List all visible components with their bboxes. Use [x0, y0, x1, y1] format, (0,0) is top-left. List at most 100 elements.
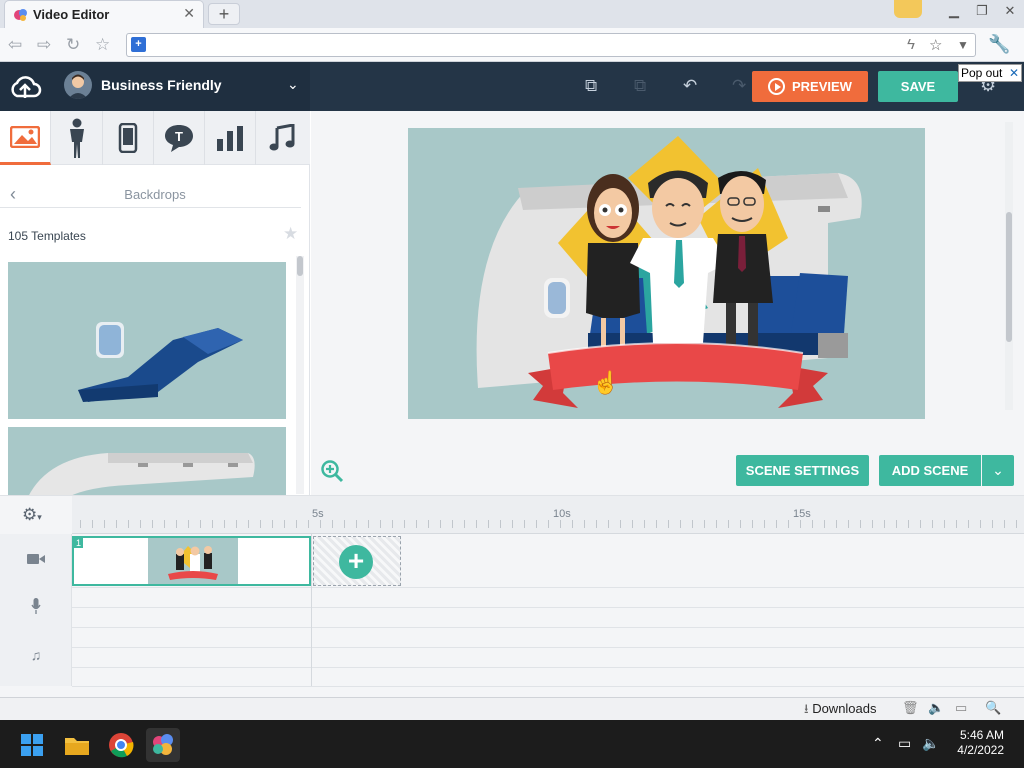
- ruler-tick: [356, 520, 357, 528]
- ruler-tick: [752, 520, 753, 528]
- bar-chart-icon: [217, 126, 243, 151]
- ruler-tick: [716, 520, 717, 528]
- close-tab-icon[interactable]: ✕: [183, 5, 195, 22]
- system-clock[interactable]: 5:46 AM 4/2/2022: [940, 728, 1004, 758]
- ruler-tick: [584, 520, 585, 528]
- backdrop-thumbnail[interactable]: [8, 262, 286, 419]
- trash-icon[interactable]: 🗑: [902, 700, 919, 716]
- music-note-icon: ♫: [30, 647, 42, 663]
- app-favicon-icon: [14, 9, 27, 21]
- wrench-icon[interactable]: 🔧: [988, 34, 1010, 55]
- add-scene-dropdown-icon[interactable]: ⌄: [982, 455, 1014, 486]
- tab-backdrops[interactable]: [0, 111, 51, 165]
- clip-thumbnail: [148, 538, 238, 584]
- zoom-in-icon[interactable]: [320, 459, 344, 489]
- ruler-tick: [980, 520, 981, 528]
- backdrops-header: ‹ Backdrops: [0, 180, 301, 208]
- ruler-tick: [608, 520, 609, 528]
- ruler-tick: [272, 520, 273, 528]
- tab-devices[interactable]: [103, 111, 154, 165]
- ruler-tick: [728, 520, 729, 528]
- chrome-icon[interactable]: [104, 728, 138, 762]
- copy-icon[interactable]: ⧉: [585, 76, 597, 96]
- airplane-interior-illustration: [28, 453, 255, 497]
- ruler-tick: [320, 520, 321, 528]
- scene-clip[interactable]: 1: [72, 536, 311, 586]
- forward-icon[interactable]: ⇨: [37, 35, 51, 55]
- ruler-tick: [140, 520, 141, 528]
- ruler-tick: [236, 520, 237, 528]
- ruler-tick: [116, 520, 117, 528]
- chevron-down-icon[interactable]: ⌄: [287, 76, 299, 93]
- scene-settings-button[interactable]: SCENE SETTINGS: [736, 455, 869, 486]
- ruler-tick: [200, 520, 201, 528]
- backdrop-thumbnail[interactable]: [8, 427, 286, 497]
- paste-icon: ⧉: [634, 76, 647, 95]
- canvas-scrollbar[interactable]: [1005, 122, 1013, 410]
- tab-music[interactable]: [256, 111, 307, 165]
- downloads-button[interactable]: ⭳ Downloads: [804, 700, 877, 722]
- timeline-ruler[interactable]: [72, 496, 1024, 534]
- favorite-star-icon[interactable]: ★: [283, 224, 298, 244]
- network-icon[interactable]: ▭: [898, 735, 911, 752]
- close-window-icon[interactable]: ✕: [996, 0, 1024, 22]
- back-icon[interactable]: ⇦: [8, 35, 22, 55]
- ruler-tick: [632, 520, 633, 528]
- save-button[interactable]: SAVE: [878, 71, 958, 102]
- ruler-tick: [344, 520, 345, 528]
- new-tab-button[interactable]: +: [208, 3, 240, 25]
- ruler-tick: [872, 520, 873, 528]
- minimize-icon[interactable]: ▁: [940, 0, 968, 22]
- ruler-tick: [812, 520, 813, 528]
- lightning-icon[interactable]: ϟ: [907, 36, 915, 53]
- cloud-upload-icon[interactable]: [8, 72, 42, 102]
- reload-icon[interactable]: ↻: [66, 35, 80, 55]
- ruler-tick: [692, 520, 693, 528]
- scene-illustration: [476, 136, 862, 408]
- tab-characters[interactable]: [52, 111, 103, 165]
- add-scene-button[interactable]: ADD SCENE: [879, 455, 981, 486]
- speaker-icon[interactable]: 🔈: [928, 700, 944, 716]
- preview-label: PREVIEW: [792, 79, 852, 94]
- dropdown-icon[interactable]: ▼: [957, 38, 969, 52]
- bookmark-star-icon[interactable]: ☆: [95, 35, 110, 55]
- tab-text[interactable]: T: [154, 111, 205, 165]
- popout-close-icon[interactable]: ✕: [1009, 65, 1019, 81]
- tick-label: 5s: [312, 508, 324, 520]
- ruler-tick: [260, 520, 261, 528]
- screen-icon[interactable]: ▭: [955, 700, 967, 716]
- undo-icon[interactable]: ↶: [683, 76, 697, 96]
- volume-icon[interactable]: 🔈: [922, 735, 939, 752]
- tab-charts[interactable]: [205, 111, 256, 165]
- zoom-icon[interactable]: 🔍: [985, 700, 1001, 716]
- add-clip-slot[interactable]: +: [313, 536, 401, 586]
- character-icon: [70, 118, 84, 158]
- popout-tooltip[interactable]: Pop out ✕: [958, 64, 1022, 82]
- scene-canvas[interactable]: [408, 128, 925, 419]
- ruler-tick: [920, 520, 921, 528]
- image-icon: [10, 125, 40, 148]
- add-icon[interactable]: +: [339, 545, 373, 579]
- file-explorer-icon[interactable]: [60, 728, 94, 762]
- download-icon: ⭳: [804, 701, 809, 716]
- play-icon: [768, 78, 785, 95]
- browser-tab[interactable]: Video Editor ✕: [4, 0, 204, 28]
- panel-scrollbar[interactable]: [296, 256, 304, 494]
- video-editor-app-icon[interactable]: [146, 728, 180, 762]
- video-camera-icon: [0, 552, 72, 568]
- ruler-tick: [164, 520, 165, 528]
- theme-selector[interactable]: Business Friendly: [101, 77, 222, 93]
- timeline-settings-icon[interactable]: ⚙▾: [22, 505, 42, 525]
- address-bar[interactable]: + ϟ ☆ ▼: [126, 33, 976, 57]
- start-icon[interactable]: [15, 728, 49, 762]
- browser-profile-icon[interactable]: [894, 0, 922, 18]
- bookmark-icon[interactable]: ☆: [929, 36, 942, 54]
- restore-icon[interactable]: ❐: [968, 0, 996, 22]
- preview-button[interactable]: PREVIEW: [752, 71, 868, 102]
- ruler-tick: [956, 520, 957, 528]
- airplane-seat-illustration: [78, 322, 243, 402]
- chevron-up-icon[interactable]: ⌃: [872, 735, 884, 752]
- ruler-tick: [1004, 520, 1005, 528]
- ruler-tick: [836, 520, 837, 528]
- redo-icon: ↷: [732, 76, 747, 95]
